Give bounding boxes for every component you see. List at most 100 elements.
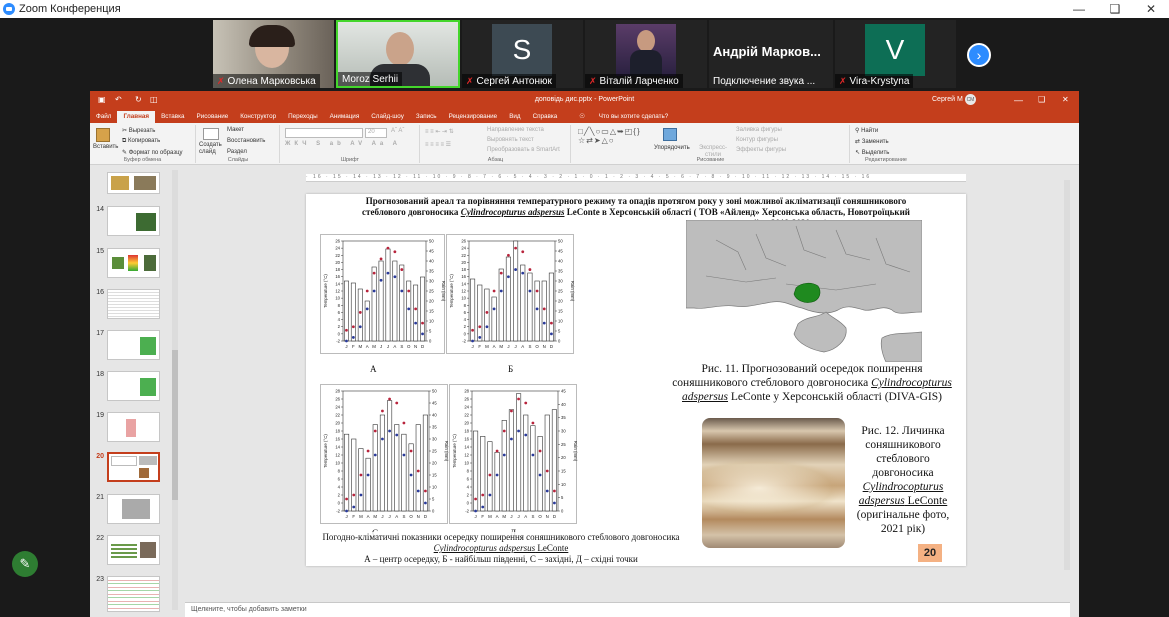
participant-tile[interactable]: ✗ Олена Марковська [213,20,334,88]
new-slide-button[interactable]: Создать слайд [199,142,227,156]
tab-slideshow[interactable]: Слайд-шоу [365,113,410,123]
ppt-maximize-icon[interactable]: ❑ [1038,95,1045,104]
minimize-icon[interactable]: — [1061,0,1097,18]
replace-button[interactable]: ⇄ Заменить [855,138,889,145]
climate-chart-d[interactable]: -2 0 2 4 6 8 10 12 14 16 18 20 22 24 26 28 0 5 10 15 20 25 30 3… [449,384,578,524]
y-tick-label: 26 [335,239,340,244]
y-tick-label: 6 [467,477,470,482]
font-format-buttons[interactable]: ЖКЧ S ab AV Aa A [285,141,401,147]
tab-transitions[interactable]: Переходы [282,113,324,123]
participant-tile[interactable]: S ✗ Сергей Антонюк [462,20,583,88]
align-buttons[interactable]: ≡ ≡ ≡ ≡ ☰ [425,141,451,148]
figure-12-caption[interactable]: Рис. 12. Личинка соняшникового стебловог… [846,424,960,536]
scrollbar-thumb[interactable] [172,350,178,500]
text-direction-button[interactable]: Направление текста [487,127,544,133]
slide-editor: · 16 · 15 · 14 · 13 · 12 · 11 · 10 · 9 ·… [188,166,1070,602]
font-name-input[interactable] [285,128,363,138]
user-avatar[interactable]: СМ [965,94,976,105]
y-tick-label: -2 [336,339,340,344]
tab-home[interactable]: Главная [117,111,156,123]
slide-thumbnail[interactable] [107,494,160,524]
charts-caption[interactable]: Погодно-кліматичні показники осередку по… [306,532,696,565]
slide-thumbnail[interactable] [107,248,160,278]
climate-chart-a[interactable]: -2 0 2 4 6 8 10 12 14 16 18 20 22 24 26 0 5 10 15 20 25 30 35 4… [320,234,446,354]
shape-outline-button[interactable]: Контур фигуры [736,137,778,143]
figure-11-caption[interactable]: Рис. 11. Прогнозований осередок поширенн… [666,362,958,404]
slide-thumbnail[interactable] [107,412,160,442]
layout-button[interactable]: Макет [227,127,244,133]
select-button[interactable]: ↖ Выделить [855,149,889,156]
cut-button[interactable]: ✂ Вырезать [122,127,155,134]
rain-bar [527,272,533,342]
smartart-button[interactable]: Преобразовать в SmartArt [487,147,560,153]
tab-insert[interactable]: Вставка [155,113,190,123]
participant-tile[interactable]: ✗ Віталій Ларченко [585,20,707,88]
participant-tile[interactable]: V ✗ Vira-Krystyna [835,20,956,88]
align-text-button[interactable]: Выровнять текст [487,137,534,143]
x-tick-label: S [400,344,403,349]
find-button[interactable]: ⚲ Найти [855,127,878,134]
participant-tile-active-speaker[interactable]: Moroz Serhii [336,20,460,88]
tab-view[interactable]: Вид [503,113,526,123]
maximize-icon[interactable]: ❑ [1097,0,1133,18]
font-size-input[interactable]: 20 [365,128,387,138]
tab-design[interactable]: Конструктор [234,113,282,123]
participant-tile[interactable]: Андрій Марков... Подключение звука ... [709,20,833,88]
rain-bar [548,272,554,342]
x-tick-label: A [366,344,369,349]
mic-muted-icon: ✗ [839,75,847,86]
temperature-point [521,250,525,254]
tab-help[interactable]: Справка [527,113,564,123]
slide-scrollbar[interactable] [1064,180,1070,570]
format-painter-button[interactable]: ✎ Формат по образцу [122,149,183,156]
font-grow-icon[interactable]: Aˆ Aˇ [391,128,404,134]
y2-tick-label: 40 [561,402,566,407]
next-participants-button[interactable]: › [967,43,991,67]
y-tick-label: -2 [462,339,466,344]
tab-file[interactable]: Файл [90,113,117,123]
slide-thumbnails-pane[interactable]: 14 15 16 17 18 19 20 21 22 23 [90,166,185,617]
y2-tick-label: 5 [429,329,432,334]
shapes-gallery[interactable]: □╱╲○▭△➥◰{}☆⇄➤△○ [578,127,646,145]
tab-review[interactable]: Рецензирование [443,113,504,123]
slide-thumbnail[interactable] [107,535,160,565]
ppt-close-icon[interactable]: ✕ [1062,95,1069,104]
larva-photo[interactable] [702,418,845,548]
copy-button[interactable]: ⧉ Копировать [122,138,160,145]
ppt-document-title: доповідь дис.pptx - PowerPoint [534,96,635,103]
paste-button[interactable]: Вставить [93,144,118,150]
reset-button[interactable]: Восстановить [227,138,265,144]
tell-me-box[interactable]: ☉ Что вы хотите сделать? [567,113,680,123]
thumbnails-scrollbar[interactable] [172,170,178,610]
shape-fill-button[interactable]: Заливка фигуры [736,127,782,133]
slide-thumbnail[interactable] [107,206,160,236]
notes-pane[interactable]: Щелкните, чтобы добавить заметки [185,602,1070,617]
ppt-minimize-icon[interactable]: — [1014,95,1023,105]
temperature-point [531,421,535,425]
annotate-pencil-button[interactable]: ✎ [12,551,38,577]
shape-effects-button[interactable]: Эффекты фигуры [736,147,786,153]
climate-chart-b[interactable]: -2 0 2 4 6 8 10 12 14 16 18 20 22 24 26 0 5 10 15 20 25 30 35 4… [446,234,575,354]
temperature-point [424,501,427,505]
list-buttons[interactable]: ≡ ≡ ⇤ ⇥ ⇅ [425,128,454,135]
chart-svg: -202468101214161820222426280510152025303… [323,389,449,520]
distribution-map[interactable] [686,220,922,362]
tab-draw[interactable]: Рисование [191,113,235,123]
slide-thumbnail[interactable] [107,371,160,401]
section-button[interactable]: Раздел [227,149,247,155]
temperature-point [373,429,377,433]
slide-thumbnail[interactable] [107,172,160,194]
slide-thumbnail[interactable] [107,330,160,360]
tab-animations[interactable]: Анимация [324,113,366,123]
temperature-point [542,307,546,311]
slide-thumbnail[interactable] [107,289,160,319]
group-font: 20 Aˆ Aˇ ЖКЧ S ab AV Aa A Шрифт [281,125,420,163]
temperature-point [545,489,549,493]
slide-thumbnail-selected[interactable] [107,452,160,482]
climate-chart-c[interactable]: -2 0 2 4 6 8 10 12 14 16 18 20 22 24 26 28 0 5 10 15 20 25 30 3… [320,384,449,524]
slide-thumbnail[interactable] [107,576,160,612]
tab-record[interactable]: Запись [410,113,443,123]
slide-canvas[interactable]: Прогнозований ареал та порівняння темпер… [306,194,966,566]
arrange-button[interactable]: Упорядочить [654,145,690,151]
close-icon[interactable]: ✕ [1133,0,1169,18]
